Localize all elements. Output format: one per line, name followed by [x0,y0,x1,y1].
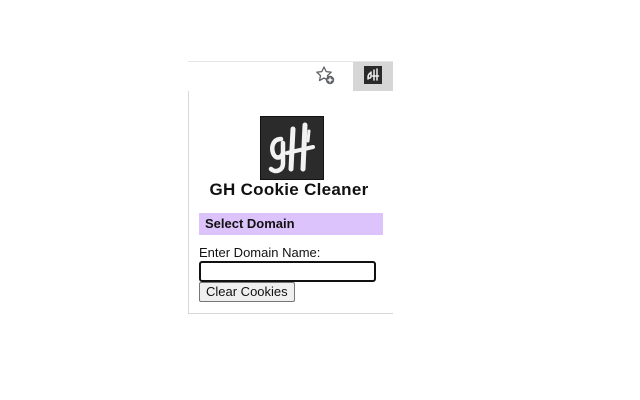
app-title: GH Cookie Cleaner [209,180,369,199]
app-logo [260,116,324,180]
extension-button[interactable] [353,62,393,92]
star-plus-icon [315,65,335,90]
extension-popup: GH Cookie Cleaner Select Domain Enter Do… [188,91,393,314]
gh-cookie-cleaner-icon [364,65,382,89]
clear-cookies-button[interactable]: Clear Cookies [199,282,295,302]
bookmark-button[interactable] [313,65,337,89]
domain-input[interactable] [199,261,376,282]
domain-field-label: Enter Domain Name: [199,245,321,260]
select-domain-header: Select Domain [199,213,383,235]
screen: GH Cookie Cleaner Select Domain Enter Do… [0,0,640,400]
